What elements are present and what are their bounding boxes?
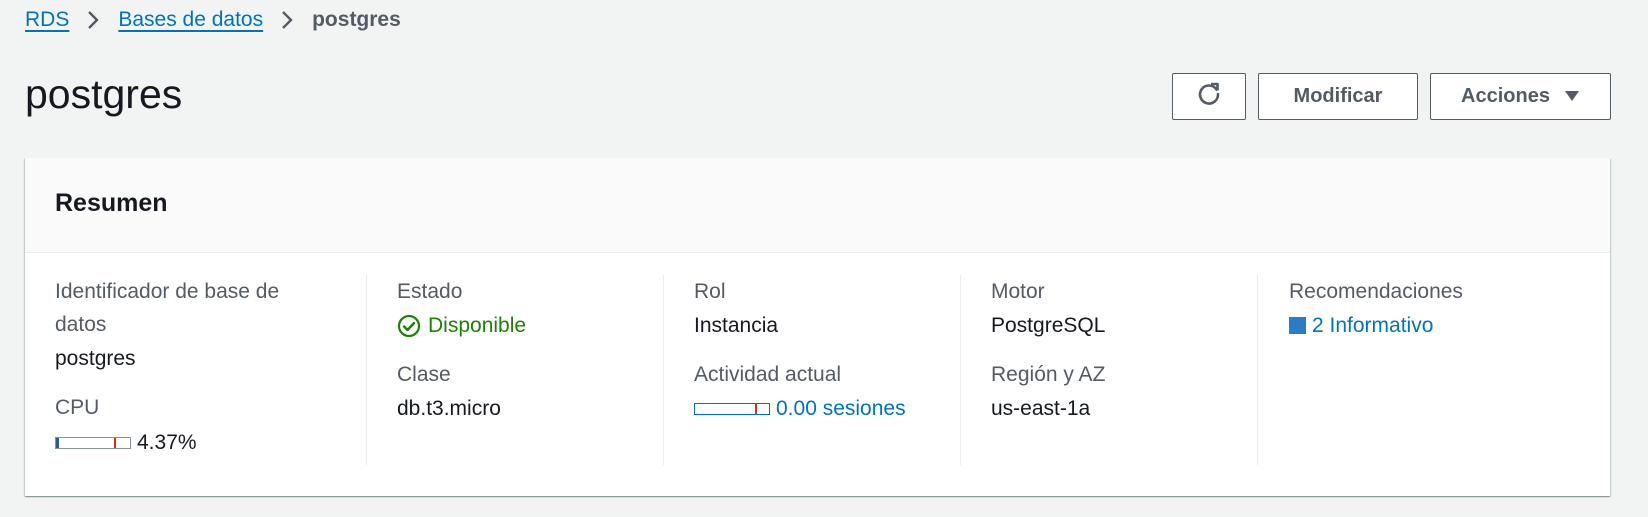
column-divider [366,275,367,465]
role-value: Instancia [694,314,779,337]
identifier-value: postgres [55,347,136,370]
refresh-button[interactable] [1172,73,1246,120]
chevron-right-icon [87,10,100,30]
page-title: postgres [25,71,183,117]
class-label: Clase [397,363,451,386]
modify-button[interactable]: Modificar [1258,73,1418,120]
summary-columns: Identificador de base de datos postgres … [25,254,1610,496]
activity-label: Actividad actual [694,363,842,386]
breadcrumb-rds-link[interactable]: RDS [25,6,69,34]
column-divider [663,275,664,465]
summary-header: Resumen [25,158,1610,253]
engine-label: Motor [991,280,1045,303]
breadcrumb-current: postgres [312,8,401,31]
refresh-icon [1196,81,1222,113]
cpu-meter-threshold [114,437,116,448]
summary-col-recommendations: Recomendaciones 2 Informativo [1289,275,1589,475]
summary-col-identifier: Identificador de base de datos postgres … [55,275,325,475]
recommendations-label: Recomendaciones [1289,280,1463,303]
chevron-right-icon [281,10,294,30]
info-square-icon [1289,317,1306,334]
status-label: Estado [397,280,463,303]
engine-value: PostgreSQL [991,314,1106,337]
cpu-value: 4.37% [137,431,197,454]
summary-col-engine: Motor PostgreSQL Región y AZ us-east-1a [991,275,1251,475]
summary-title: Resumen [55,189,168,217]
header-actions: Modificar Acciones [1172,73,1611,120]
check-circle-icon [397,314,421,338]
recommendations-link[interactable]: 2 Informativo [1289,309,1589,342]
activity-meter-row: 0.00 sesiones [694,392,954,425]
recommendations-value: 2 Informativo [1312,314,1434,337]
column-divider [960,275,961,465]
summary-col-role: Rol Instancia Actividad actual 0.00 sesi… [694,275,954,475]
actions-dropdown-button[interactable]: Acciones [1430,73,1611,120]
breadcrumb-databases-link[interactable]: Bases de datos [118,6,263,34]
summary-panel: Resumen Identificador de base de datos p… [25,158,1610,496]
breadcrumb: RDS Bases de datos postgres [25,6,401,34]
class-value: db.t3.micro [397,397,501,420]
cpu-meter-row: 4.37% [55,426,325,459]
activity-sessions-link[interactable]: 0.00 sesiones [776,392,906,425]
region-value: us-east-1a [991,397,1091,420]
activity-meter-threshold [755,403,757,414]
caret-down-icon [1564,85,1580,108]
cpu-meter-fill [56,437,60,448]
status-value: Disponible [428,314,527,337]
identifier-label: Identificador de base de datos [55,280,280,336]
actions-label: Acciones [1461,85,1550,107]
activity-meter [694,402,770,415]
summary-col-status: Estado Disponible Clase db.t3.micro [397,275,657,475]
region-label: Región y AZ [991,363,1106,386]
role-label: Rol [694,280,726,303]
cpu-label: CPU [55,396,100,419]
cpu-meter [55,436,131,449]
status-badge: Disponible [397,309,657,342]
column-divider [1257,275,1258,465]
